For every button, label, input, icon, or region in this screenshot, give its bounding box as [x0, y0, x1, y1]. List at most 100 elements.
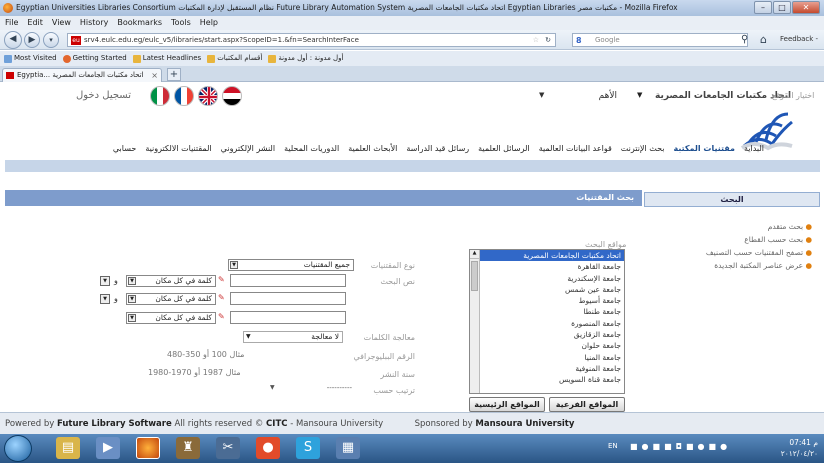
material-type-select[interactable]: ▼ جميع المقتنيات: [228, 259, 354, 271]
bookmark-star-icon[interactable]: ☆: [533, 34, 539, 46]
site-option[interactable]: جامعة قناة السويس: [480, 374, 624, 385]
menu-tools[interactable]: Tools: [171, 16, 191, 30]
chevron-down-icon: ▼: [539, 91, 545, 99]
search-text-input-1[interactable]: [230, 274, 346, 287]
search-field-select-1[interactable]: ▼ كلمة في كل مكان: [126, 275, 216, 287]
keyboard-icon[interactable]: ✎: [218, 275, 228, 285]
bookmark-most-visited[interactable]: Most Visited: [4, 51, 57, 66]
sort-by-select[interactable]: ▼ ----------: [268, 384, 352, 392]
french-flag-icon[interactable]: [174, 86, 194, 106]
side-link-sector-search[interactable]: ● بحث حسب القطاع: [744, 235, 812, 244]
explorer-icon[interactable]: ▤: [56, 437, 80, 459]
nav-home[interactable]: البداية: [744, 144, 764, 160]
bullet-icon: ●: [803, 222, 812, 231]
reload-icon[interactable]: ↻: [545, 34, 551, 46]
site-option[interactable]: جامعة القاهرة: [480, 261, 624, 272]
feedback-button[interactable]: Feedback -: [780, 35, 818, 43]
keyboard-icon[interactable]: ✎: [218, 293, 228, 303]
nav-my-account[interactable]: حسابي: [113, 144, 136, 160]
listbox-scrollbar[interactable]: ▲: [470, 250, 480, 393]
site-select-dropdown-icon[interactable]: ▼: [637, 91, 642, 99]
app-icon[interactable]: ♜: [176, 437, 200, 459]
nav-e-holdings[interactable]: المقتنيات الالكترونية: [145, 144, 211, 160]
language-indicator[interactable]: EN: [608, 442, 618, 450]
uk-flag-icon[interactable]: [198, 86, 218, 106]
nav-global-databases[interactable]: قواعد البيانات العالمية: [539, 144, 612, 160]
language-select[interactable]: ▼ الأهم: [537, 91, 617, 101]
media-player-icon[interactable]: ▶: [96, 437, 120, 459]
nav-theses[interactable]: الرسائل العلمية: [478, 144, 530, 160]
search-text-input-2[interactable]: [230, 292, 346, 305]
search-input[interactable]: 8 Google: [572, 33, 748, 47]
site-favicon-icon: [6, 72, 14, 79]
search-text-input-3[interactable]: [230, 311, 346, 324]
skype-icon[interactable]: S: [296, 437, 320, 459]
site-option[interactable]: جامعة عين شمس: [480, 284, 624, 295]
branch-sites-button[interactable]: المواقع الفرعية: [549, 397, 625, 412]
back-button[interactable]: ◀: [4, 31, 22, 49]
side-link-browse-classification[interactable]: ● تصفح المقتنيات حسب التصنيف: [706, 248, 812, 257]
login-link[interactable]: تسجيل دخول: [76, 90, 131, 101]
nav-e-publishing[interactable]: النشر الإلكتروني: [221, 144, 275, 160]
app-icon[interactable]: ✂: [216, 437, 240, 459]
bookmark-latest-headlines[interactable]: Latest Headlines: [132, 51, 201, 66]
start-button[interactable]: [4, 435, 32, 462]
nav-internet-search[interactable]: بحث الإنترنت: [621, 144, 665, 160]
site-option[interactable]: جامعة المنوفية: [480, 363, 624, 374]
keyboard-icon[interactable]: ✎: [218, 312, 228, 322]
bookmark-library-sections[interactable]: أقسام المكتبات: [207, 51, 262, 66]
bookmark-getting-started[interactable]: Getting Started: [62, 51, 127, 66]
site-option[interactable]: جامعة أسيوط: [480, 295, 624, 306]
nav-local-periodicals[interactable]: الدوريات المحلية: [284, 144, 339, 160]
menu-edit[interactable]: Edit: [27, 16, 43, 30]
nav-theses-in-progress[interactable]: رسائل قيد الدراسة: [406, 144, 469, 160]
tab-active[interactable]: Egyptia... اتحاد مكتبات الجامعات المصرية…: [2, 68, 162, 82]
tab-close-button[interactable]: ×: [151, 69, 158, 82]
search-field-select-2[interactable]: ▼ كلمة في كل مكان: [126, 293, 216, 305]
site-option[interactable]: جامعة طنطا: [480, 306, 624, 317]
site-option[interactable]: اتحاد مكتبات الجامعات المصرية: [480, 250, 624, 262]
menu-bookmarks[interactable]: Bookmarks: [117, 16, 162, 30]
scroll-up-icon[interactable]: ▲: [470, 250, 479, 259]
site-option[interactable]: جامعة المنيا: [480, 352, 624, 363]
side-link-advanced-search[interactable]: ● بحث متقدم: [768, 222, 812, 231]
url-bar[interactable]: eu srv4.eulc.edu.eg/eulc_v5/libraries/st…: [67, 33, 556, 47]
new-tab-button[interactable]: +: [167, 68, 181, 81]
search-icon[interactable]: ⚲: [741, 34, 748, 45]
history-dropdown-button[interactable]: ▾: [43, 32, 59, 48]
menu-history[interactable]: History: [80, 16, 108, 30]
search-sites-listbox[interactable]: ▲ اتحاد مكتبات الجامعات المصرية جامعة ال…: [469, 249, 625, 394]
site-option[interactable]: جامعة حلوان: [480, 340, 624, 351]
app-icon[interactable]: ●: [256, 437, 280, 459]
operator-select-2[interactable]: ▼: [100, 294, 110, 304]
word-processing-select[interactable]: ▼ لا معالجة: [243, 331, 343, 343]
clock[interactable]: 07:41 م ٢٠١٢/٠٤/٢٠: [781, 437, 818, 459]
system-tray: EN ■●■■◘■●■● 07:41 م ٢٠١٢/٠٤/٢٠: [608, 434, 824, 463]
close-window-button[interactable]: ✕: [792, 1, 820, 14]
egypt-flag-icon[interactable]: [222, 86, 242, 106]
side-link-new-items[interactable]: ● عرض عناصر المكتبة الجديدة: [714, 261, 812, 270]
tray-icons[interactable]: ■●■■◘■●■●: [630, 442, 731, 451]
site-select[interactable]: اتحاد مكتبات الجامعات المصرية: [655, 91, 791, 101]
scroll-thumb[interactable]: [471, 261, 478, 291]
site-option[interactable]: جامعة الإسكندرية: [480, 273, 624, 284]
menu-help[interactable]: Help: [200, 16, 218, 30]
operator-select-1[interactable]: ▼: [100, 276, 110, 286]
app-icon[interactable]: ▦: [336, 437, 360, 459]
nav-library-holdings[interactable]: مقتنيات المكتبة: [674, 144, 735, 160]
forward-button[interactable]: ▶: [24, 32, 40, 48]
menu-file[interactable]: File: [5, 16, 18, 30]
minimize-button[interactable]: –: [754, 1, 772, 14]
menu-view[interactable]: View: [52, 16, 71, 30]
bookmark-first-blog[interactable]: أول مدونة : أول مدونة: [268, 51, 343, 66]
clock-time: 07:41 م: [789, 438, 818, 447]
main-sites-button[interactable]: المواقع الرئيسية: [469, 397, 545, 412]
nav-research[interactable]: الأبحاث العلمية: [348, 144, 397, 160]
home-icon[interactable]: ⌂: [760, 33, 767, 46]
site-option[interactable]: جامعة الزقازيق: [480, 329, 624, 340]
firefox-taskbar-icon[interactable]: [136, 437, 160, 459]
maximize-button[interactable]: □: [773, 1, 791, 14]
italian-flag-icon[interactable]: [150, 86, 170, 106]
search-field-select-3[interactable]: ▼ كلمة في كل مكان: [126, 312, 216, 324]
site-option[interactable]: جامعة المنصورة: [480, 318, 624, 329]
